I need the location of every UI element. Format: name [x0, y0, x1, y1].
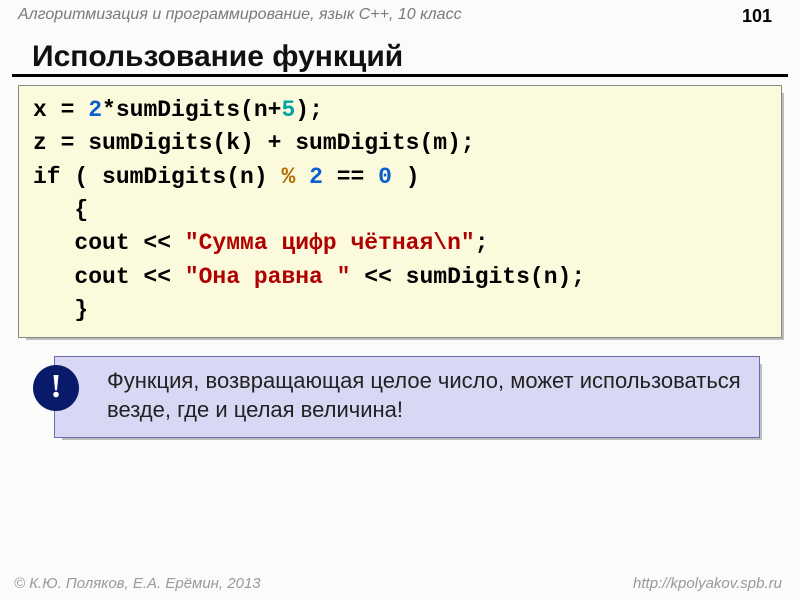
footer-copyright: © К.Ю. Поляков, Е.А. Ерёмин, 2013: [14, 575, 261, 592]
code-text: [295, 164, 309, 190]
code-text: ==: [323, 164, 378, 190]
code-string: "Она равна ": [185, 264, 351, 290]
note-box: ! Функция, возвращающая целое число, мож…: [54, 356, 760, 437]
code-text: ;: [475, 230, 489, 256]
callout-note: ! Функция, возвращающая целое число, мож…: [54, 356, 760, 437]
note-text: Функция, возвращающая целое число, может…: [107, 368, 741, 422]
code-literal: 2: [88, 97, 102, 123]
code-text: );: [295, 97, 323, 123]
code-op: %: [281, 164, 295, 190]
code-text: if ( sumDigits(n): [33, 164, 281, 190]
page-number: 101: [742, 6, 772, 27]
code-text: << sumDigits(n);: [350, 264, 585, 290]
subject-text: Алгоритмизация и программирование, язык …: [18, 6, 462, 23]
code-text: x =: [33, 97, 88, 123]
code-text: }: [33, 297, 88, 323]
code-text: ): [392, 164, 420, 190]
code-string: "Сумма цифр чётная\n": [185, 230, 475, 256]
code-text: *sumDigits(n+: [102, 97, 281, 123]
slide-header: Алгоритмизация и программирование, язык …: [0, 0, 800, 34]
slide: Алгоритмизация и программирование, язык …: [0, 0, 800, 600]
footer-url: http://kpolyakov.spb.ru: [633, 575, 782, 592]
code-text: z = sumDigits(k) + sumDigits(m);: [33, 130, 475, 156]
exclamation-icon: !: [33, 365, 79, 411]
code-block: x = 2*sumDigits(n+5); z = sumDigits(k) +…: [18, 85, 782, 338]
code-literal: 5: [281, 97, 295, 123]
code-literal: 2: [309, 164, 323, 190]
code-literal: 0: [378, 164, 392, 190]
page-title: Использование функций: [12, 34, 788, 77]
code-text: cout <<: [33, 264, 185, 290]
code-text: cout <<: [33, 230, 185, 256]
code-text: {: [33, 197, 88, 223]
code-content: x = 2*sumDigits(n+5); z = sumDigits(k) +…: [18, 85, 782, 338]
